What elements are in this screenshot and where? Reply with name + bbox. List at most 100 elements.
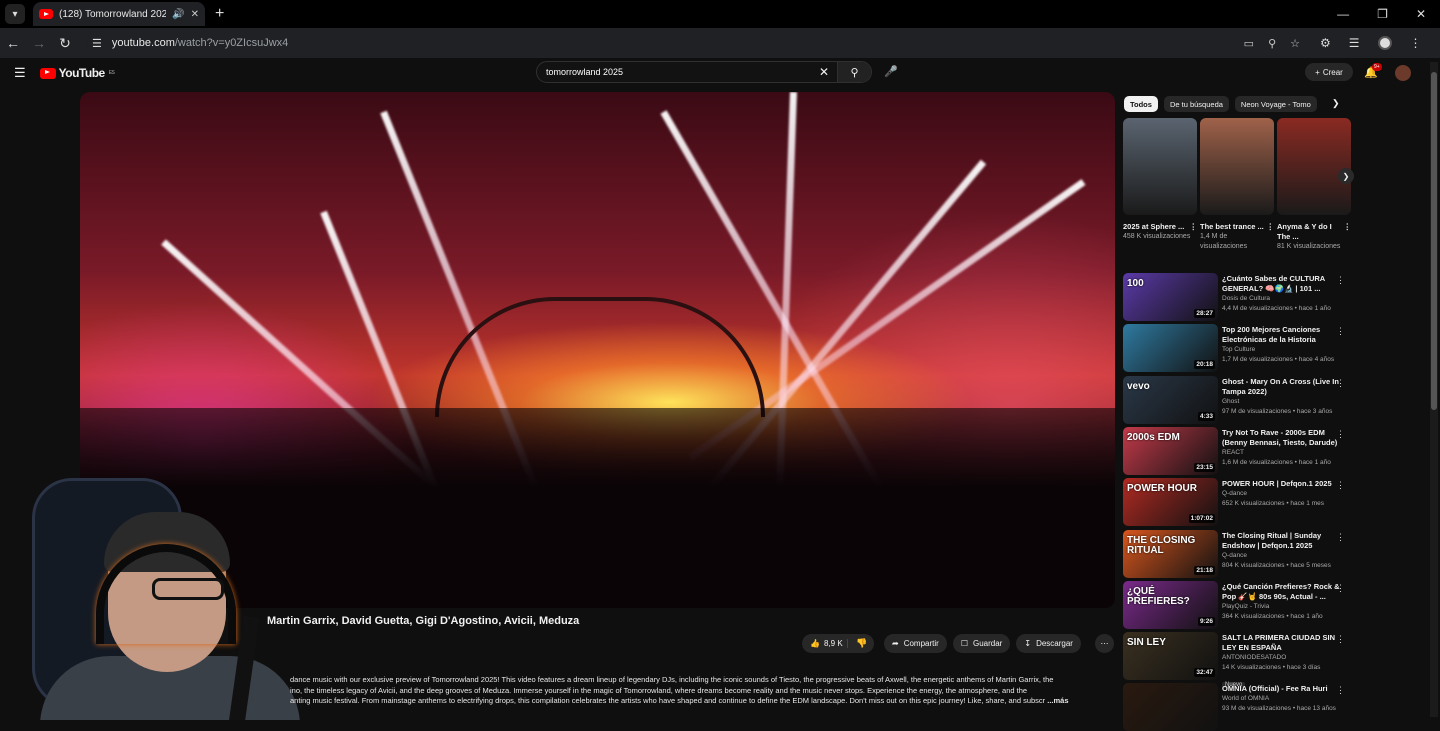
kebab-menu-icon[interactable]: ⋮: [1336, 275, 1345, 286]
channel-name[interactable]: REACT: [1222, 448, 1351, 458]
audio-playing-icon[interactable]: 🔊: [172, 9, 184, 20]
video-thumbnail[interactable]: SIN LEY 32:47: [1123, 632, 1218, 681]
browser-tab-active[interactable]: (128) Tomorrowland 2025 - 🔊 ✕: [33, 2, 205, 26]
close-window-icon[interactable]: ✕: [1416, 7, 1426, 21]
minimize-icon[interactable]: —: [1337, 7, 1349, 21]
install-app-icon[interactable]: ▭: [1244, 37, 1254, 50]
filter-chip[interactable]: De tu búsqueda: [1163, 96, 1229, 112]
video-thumbnail[interactable]: [1123, 683, 1218, 731]
video-title[interactable]: Ghost - Mary On A Cross (Live In Tampa 2…: [1222, 377, 1351, 397]
dislike-button[interactable]: 👎: [848, 638, 867, 649]
save-button[interactable]: ☐ Guardar: [952, 634, 1011, 653]
channel-name[interactable]: ANTONIODESATADO: [1222, 653, 1351, 663]
browser-profile-icon[interactable]: [1377, 36, 1392, 50]
video-description[interactable]: dance music with our exclusive preview o…: [290, 675, 1110, 707]
close-tab-icon[interactable]: ✕: [191, 9, 199, 20]
kebab-menu-icon[interactable]: ⋮: [1336, 532, 1345, 543]
video-title[interactable]: OMNIA (Official) - Fee Ra Huri: [1222, 684, 1351, 694]
voice-search-icon[interactable]: 🎤: [884, 65, 898, 78]
page-scrollbar[interactable]: [1430, 62, 1438, 717]
short-card[interactable]: The best trance ... ⋮ 1,4 M de visualizaci…: [1200, 118, 1274, 268]
new-tab-button[interactable]: +: [215, 5, 224, 23]
video-title[interactable]: SALT LA PRIMERA CIUDAD SIN LEY EN ESPAÑA: [1222, 633, 1351, 653]
short-thumbnail[interactable]: [1277, 118, 1351, 215]
shorts-next-button[interactable]: ❯: [1338, 168, 1354, 184]
recommendation-item[interactable]: 100 28:27 ¿Cuánto Sabes de CULTURA GENERAL…: [1123, 273, 1351, 321]
bookmark-star-icon[interactable]: ☆: [1290, 37, 1300, 50]
share-button[interactable]: ➦ Compartir: [884, 634, 947, 653]
scrollbar-thumb[interactable]: [1431, 72, 1437, 410]
recommendation-item[interactable]: POWER HOUR 1:07:02 POWER HOUR | Defqon.1 2…: [1123, 478, 1351, 527]
video-title[interactable]: Top 200 Mejores Canciones Electrónicas d…: [1222, 325, 1351, 345]
show-more-link[interactable]: ...más: [1047, 696, 1068, 705]
kebab-menu-icon[interactable]: ⋮: [1336, 583, 1345, 594]
video-thumbnail[interactable]: 100 28:27: [1123, 273, 1218, 321]
recommendation-item[interactable]: 2000s EDM 23:15 Try Not To Rave - 2000s ED…: [1123, 426, 1351, 475]
channel-name[interactable]: World of OMNIA: [1222, 694, 1351, 704]
short-title[interactable]: The best trance ...: [1200, 222, 1264, 232]
back-icon[interactable]: ←: [0, 35, 26, 51]
video-title[interactable]: ¿Qué Canción Prefieres? Rock & Pop 🎸🤘 80…: [1222, 582, 1351, 602]
video-thumbnail[interactable]: ¿QUÉ PREFIERES? 9:26: [1123, 580, 1218, 629]
short-card[interactable]: 2025 at Sphere ... ⋮ 458 K visualizaciones: [1123, 118, 1197, 268]
more-actions-button[interactable]: ⋯: [1095, 634, 1114, 653]
recommendation-item[interactable]: OMNIA (Official) - Fee Ra Huri World of O…: [1123, 683, 1351, 731]
extensions-icon[interactable]: ⚙: [1320, 36, 1331, 50]
video-title[interactable]: ¿Cuánto Sabes de CULTURA GENERAL? 🧠🌍🔬 | …: [1222, 274, 1351, 294]
chips-next-icon[interactable]: ❯: [1332, 98, 1340, 109]
short-thumbnail[interactable]: [1123, 118, 1197, 215]
create-button[interactable]: + Crear: [1305, 63, 1353, 81]
tab-search-button[interactable]: ▾: [5, 4, 25, 24]
short-card[interactable]: Anyma & Y do I The ... ⋮ 81 K visualizacio…: [1277, 118, 1351, 268]
channel-name[interactable]: Q-dance: [1222, 551, 1351, 561]
recommendation-item[interactable]: THE CLOSING RITUAL 21:18 The Closing Ritua…: [1123, 529, 1351, 578]
recommendation-item[interactable]: vevo 4:33 Ghost - Mary On A Cross (Live In…: [1123, 375, 1351, 424]
kebab-menu-icon[interactable]: ⋮: [1336, 685, 1345, 696]
reload-icon[interactable]: ↻: [52, 35, 78, 52]
address-bar[interactable]: ☰ youtube.com/watch?v=y0ZIcsuJwx4 ▭ ⚲ ☆: [86, 31, 1306, 55]
kebab-menu-icon[interactable]: ⋮: [1336, 326, 1345, 337]
url-text[interactable]: youtube.com/watch?v=y0ZIcsuJwx4: [112, 37, 288, 49]
kebab-menu-icon[interactable]: ⋮: [1336, 429, 1345, 440]
search-input[interactable]: tomorrowland 2025: [537, 67, 811, 77]
kebab-menu-icon[interactable]: ⋮: [1336, 378, 1345, 389]
guide-menu-icon[interactable]: ☰: [14, 65, 26, 81]
video-thumbnail[interactable]: THE CLOSING RITUAL 21:18: [1123, 529, 1218, 578]
filter-chip[interactable]: Todos: [1124, 96, 1158, 112]
kebab-menu-icon[interactable]: ⋮: [1344, 222, 1352, 242]
video-thumbnail[interactable]: 2000s EDM 23:15: [1123, 426, 1218, 475]
forward-icon[interactable]: →: [26, 35, 52, 51]
short-title[interactable]: Anyma & Y do I The ...: [1277, 222, 1344, 242]
zoom-icon[interactable]: ⚲: [1268, 37, 1276, 50]
video-thumbnail[interactable]: 20:18: [1123, 324, 1218, 373]
youtube-logo[interactable]: YouTube ES: [39, 66, 115, 80]
clear-search-icon[interactable]: ✕: [811, 65, 837, 79]
video-title[interactable]: POWER HOUR | Defqon.1 2025: [1222, 479, 1351, 489]
account-avatar[interactable]: [1395, 65, 1411, 81]
video-thumbnail[interactable]: POWER HOUR 1:07:02: [1123, 478, 1218, 527]
channel-name[interactable]: Q-dance: [1222, 489, 1351, 499]
filter-chip[interactable]: Neon Voyage - Tomo: [1234, 96, 1317, 112]
download-button[interactable]: ↧ Descargar: [1016, 634, 1081, 653]
channel-name[interactable]: Top Culture: [1222, 345, 1351, 355]
recommendation-item[interactable]: ¿QUÉ PREFIERES? 9:26 ¿Qué Canción Prefiere…: [1123, 580, 1351, 629]
video-title[interactable]: The Closing Ritual | Sunday Endshow | De…: [1222, 531, 1351, 551]
channel-name[interactable]: Ghost: [1222, 397, 1351, 407]
recommendation-item[interactable]: SIN LEY 32:47 SALT LA PRIMERA CIUDAD SIN L…: [1123, 632, 1351, 689]
like-button[interactable]: 👍 8,9 K: [802, 639, 848, 648]
site-info-icon[interactable]: ☰: [92, 37, 102, 50]
search-button[interactable]: ⚲: [837, 62, 871, 82]
kebab-menu-icon[interactable]: ⋮: [1336, 634, 1345, 645]
kebab-menu-icon[interactable]: ⋮: [1336, 480, 1345, 491]
short-title[interactable]: 2025 at Sphere ...: [1123, 222, 1184, 232]
channel-name[interactable]: Dosis de Cultura: [1222, 294, 1351, 304]
kebab-menu-icon[interactable]: ⋮: [1190, 222, 1198, 232]
kebab-menu-icon[interactable]: ⋮: [1267, 222, 1275, 232]
restore-icon[interactable]: ❐: [1377, 7, 1388, 21]
channel-name[interactable]: PlayQuiz - Trivia: [1222, 602, 1351, 612]
recommendation-item[interactable]: 20:18 Top 200 Mejores Canciones Electróni…: [1123, 324, 1351, 373]
short-thumbnail[interactable]: [1200, 118, 1274, 215]
media-control-icon[interactable]: ☰: [1349, 36, 1360, 50]
browser-menu-icon[interactable]: ⋮: [1410, 36, 1422, 50]
video-thumbnail[interactable]: vevo 4:33: [1123, 375, 1218, 424]
